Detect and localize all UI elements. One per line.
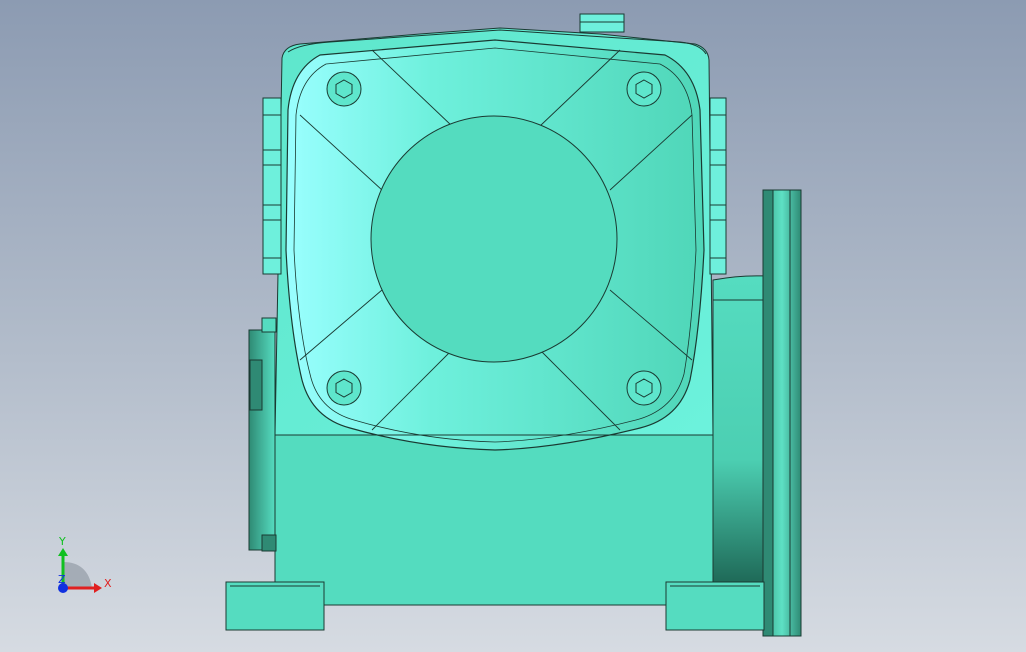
input-shaft-housing: [712, 275, 766, 583]
y-axis-label: Y: [58, 535, 66, 548]
bolt-bottom-right: [626, 370, 662, 406]
foot-left: [225, 581, 325, 631]
axis-triad: X Y Z: [58, 535, 112, 593]
bolt-top-left: [326, 71, 362, 107]
z-axis-label: Z: [58, 573, 66, 586]
gearbox-model[interactable]: X Y Z: [0, 0, 1026, 652]
right-ribs: [709, 97, 727, 275]
top-plug: [579, 13, 625, 33]
foot-right: [665, 581, 765, 631]
triad-plane-indicator: [63, 562, 92, 588]
x-axis-label: X: [104, 577, 112, 590]
left-ribs: [262, 97, 282, 275]
cad-viewport[interactable]: X Y Z: [0, 0, 1026, 652]
center-boss: [370, 115, 618, 363]
bolt-bottom-left: [326, 370, 362, 406]
bolt-top-right: [626, 71, 662, 107]
left-boss: [248, 317, 277, 552]
base-body: [274, 434, 714, 606]
input-flange: [762, 189, 802, 637]
